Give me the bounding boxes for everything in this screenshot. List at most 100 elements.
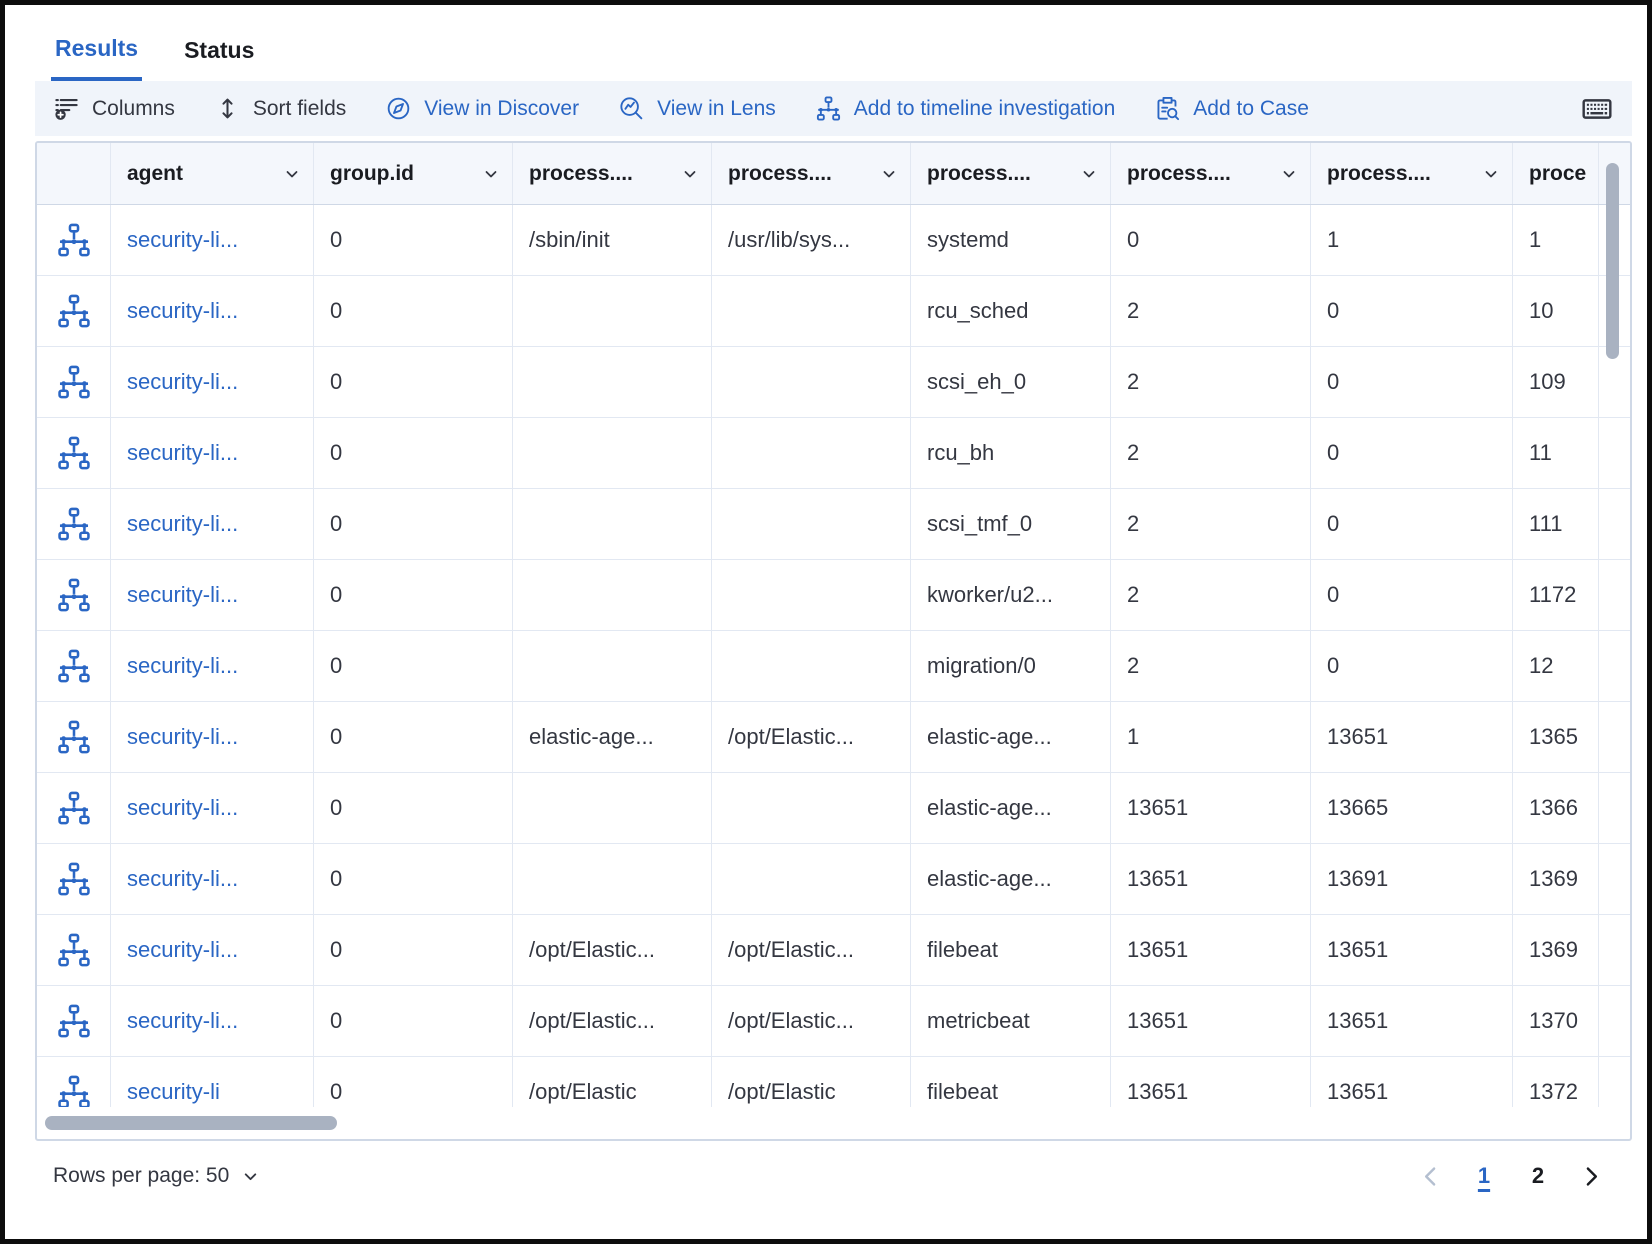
table-cell-agent: security-li... (111, 915, 314, 985)
rows-per-page-button[interactable]: Rows per page: 50 (53, 1164, 260, 1188)
tab-results[interactable]: Results (51, 35, 142, 81)
table-cell: kworker/u2... (911, 560, 1111, 630)
sort-fields-label: Sort fields (253, 97, 346, 121)
table-cell: /opt/Elastic (712, 1057, 911, 1107)
table-cell: 0 (1311, 631, 1513, 701)
column-header-1[interactable]: agent (111, 143, 314, 204)
table-cell: 1370 (1513, 986, 1599, 1056)
table-cell (513, 560, 712, 630)
analyze-event-icon[interactable] (57, 507, 91, 541)
table-cell: metricbeat (911, 986, 1111, 1056)
column-header-3[interactable]: process.... (513, 143, 712, 204)
view-in-lens-button[interactable]: View in Lens (619, 96, 776, 121)
analyze-event-icon[interactable] (57, 1004, 91, 1038)
table-cell: elastic-age... (911, 773, 1111, 843)
column-header-label: process.... (927, 162, 1031, 186)
column-header-4[interactable]: process.... (712, 143, 911, 204)
column-header-2[interactable]: group.id (314, 143, 513, 204)
analyze-event-icon[interactable] (57, 720, 91, 754)
table-cell: 1366 (1513, 773, 1599, 843)
agent-link[interactable]: security-li... (127, 866, 238, 892)
vertical-scrollbar-thumb[interactable] (1606, 163, 1619, 359)
column-header-label: agent (127, 162, 183, 186)
table-cell: 0 (314, 418, 513, 488)
vertical-scrollbar[interactable] (1598, 143, 1624, 1109)
columns-button[interactable]: Columns (54, 96, 175, 121)
keyboard-icon[interactable] (1582, 94, 1612, 124)
table-cell: 0 (314, 844, 513, 914)
table-cell-agent: security-li... (111, 276, 314, 346)
analyze-event-icon[interactable] (57, 436, 91, 470)
analyze-event-icon[interactable] (57, 365, 91, 399)
agent-link[interactable]: security-li... (127, 653, 238, 679)
analyze-event-icon[interactable] (57, 791, 91, 825)
table-cell (712, 276, 911, 346)
table-cell: scsi_tmf_0 (911, 489, 1111, 559)
column-header-6[interactable]: process.... (1111, 143, 1311, 204)
agent-link[interactable]: security-li... (127, 440, 238, 466)
table-cell-actions (37, 418, 111, 488)
table-cell (513, 276, 712, 346)
agent-link[interactable]: security-li... (127, 227, 238, 253)
add-to-timeline-button[interactable]: Add to timeline investigation (816, 96, 1116, 121)
agent-link[interactable]: security-li... (127, 1008, 238, 1034)
analyze-event-icon[interactable] (57, 649, 91, 683)
horizontal-scrollbar[interactable] (37, 1107, 1599, 1139)
table-row: security-li...0/opt/Elastic.../opt/Elast… (37, 915, 1630, 986)
table-cell: 1369 (1513, 915, 1599, 985)
agent-link[interactable]: security-li (127, 1079, 220, 1105)
agent-link[interactable]: security-li... (127, 582, 238, 608)
analyze-event-icon[interactable] (57, 933, 91, 967)
sort-fields-icon (215, 96, 240, 121)
table-cell-actions (37, 986, 111, 1056)
agent-link[interactable]: security-li... (127, 369, 238, 395)
columns-label: Columns (92, 97, 175, 121)
table-row: security-li...0elastic-age.../opt/Elasti… (37, 702, 1630, 773)
tab-status[interactable]: Status (180, 35, 258, 81)
column-header-7[interactable]: process.... (1311, 143, 1513, 204)
analyze-event-icon[interactable] (57, 223, 91, 257)
page-2-button[interactable]: 2 (1526, 1163, 1550, 1189)
column-header-8[interactable]: proce (1513, 143, 1599, 204)
agent-link[interactable]: security-li... (127, 724, 238, 750)
sort-fields-button[interactable]: Sort fields (215, 96, 346, 121)
table-row: security-li...0kworker/u2...201172 (37, 560, 1630, 631)
analyze-event-icon[interactable] (57, 578, 91, 612)
table-row: security-li...0rcu_bh2011 (37, 418, 1630, 489)
table-cell (513, 489, 712, 559)
table-cell-agent: security-li... (111, 844, 314, 914)
column-header-5[interactable]: process.... (911, 143, 1111, 204)
agent-link[interactable]: security-li... (127, 298, 238, 324)
table-cell: 109 (1513, 347, 1599, 417)
analyze-event-icon[interactable] (57, 862, 91, 896)
add-to-case-label: Add to Case (1193, 97, 1309, 121)
column-header-label: group.id (330, 162, 414, 186)
table-cell: 0 (1311, 489, 1513, 559)
previous-page-button[interactable] (1419, 1165, 1442, 1188)
chevron-down-icon (1280, 165, 1298, 183)
agent-link[interactable]: security-li... (127, 511, 238, 537)
table-cell: /opt/Elastic (513, 1057, 712, 1107)
agent-link[interactable]: security-li... (127, 937, 238, 963)
table-cell: 0 (1311, 276, 1513, 346)
horizontal-scrollbar-thumb[interactable] (45, 1116, 337, 1130)
table-cell-actions (37, 1057, 111, 1107)
table-cell: 1369 (1513, 844, 1599, 914)
table-cell-agent: security-li... (111, 418, 314, 488)
add-to-case-button[interactable]: Add to Case (1155, 96, 1309, 121)
table-cell-actions (37, 915, 111, 985)
analyze-event-icon[interactable] (57, 1075, 91, 1107)
table-cell: /opt/Elastic... (513, 986, 712, 1056)
column-header-label: process.... (529, 162, 633, 186)
table-cell: 2 (1111, 631, 1311, 701)
analyze-event-icon[interactable] (57, 294, 91, 328)
view-in-discover-button[interactable]: View in Discover (386, 96, 579, 121)
page-1-button[interactable]: 1 (1472, 1163, 1496, 1189)
next-page-button[interactable] (1580, 1165, 1603, 1188)
agent-link[interactable]: security-li... (127, 795, 238, 821)
table-cell: 0 (314, 560, 513, 630)
table-cell: /opt/Elastic... (712, 986, 911, 1056)
table-cell: migration/0 (911, 631, 1111, 701)
table-row: security-li0/opt/Elastic/opt/Elasticfile… (37, 1057, 1630, 1107)
table-cell (712, 418, 911, 488)
